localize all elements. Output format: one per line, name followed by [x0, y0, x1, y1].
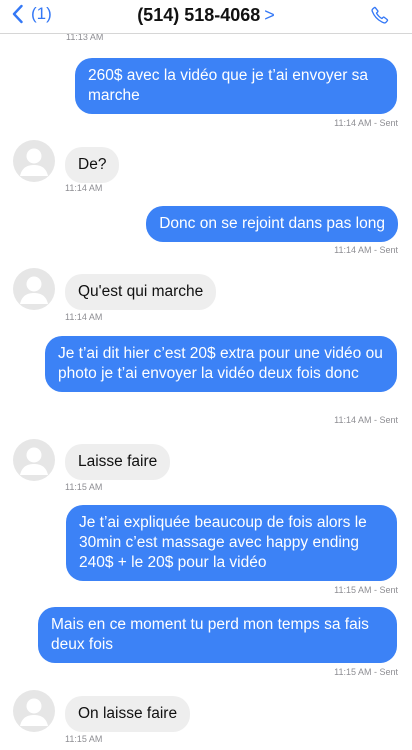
chevron-right-icon: > — [264, 5, 275, 25]
message-timestamp: 11:14 AM - Sent — [334, 118, 398, 128]
message-timestamp: 11:14 AM — [65, 312, 103, 322]
message-timestamp: 11:15 AM - Sent — [334, 667, 398, 677]
person-silhouette-icon — [20, 447, 48, 475]
contact-title[interactable]: (514) 518-4068 > — [0, 5, 412, 26]
message-bubble-received[interactable]: Qu'est qui marche — [65, 274, 217, 310]
message-timestamp: 11:15 AM - Sent — [334, 585, 398, 595]
message-bubble-sent[interactable]: 260$ avec la vidéo que je t’ai envoyer s… — [75, 58, 397, 114]
call-button[interactable] — [370, 5, 390, 30]
message-thread[interactable]: 11:13 AM 260$ avec la vidéo que je t’ai … — [0, 34, 412, 750]
avatar[interactable] — [13, 140, 55, 182]
avatar[interactable] — [13, 268, 55, 310]
timestamp: 11:13 AM — [66, 34, 104, 42]
avatar[interactable] — [13, 439, 55, 481]
nav-header: (1) (514) 518-4068 > — [0, 0, 412, 34]
message-bubble-sent[interactable]: Mais en ce moment tu perd mon temps sa f… — [38, 607, 397, 663]
message-bubble-sent[interactable]: Je t’ai dit hier c’est 20$ extra pour un… — [45, 336, 397, 392]
person-silhouette-icon — [20, 276, 48, 304]
message-bubble-received[interactable]: Laisse faire — [65, 444, 171, 480]
message-bubble-received[interactable]: De? — [65, 147, 120, 183]
message-timestamp: 11:14 AM - Sent — [334, 415, 398, 425]
contact-number: (514) 518-4068 — [137, 5, 261, 25]
message-bubble-sent[interactable]: Donc on se rejoint dans pas long — [146, 206, 398, 242]
message-timestamp: 11:14 AM — [65, 183, 103, 193]
person-silhouette-icon — [20, 148, 48, 176]
phone-icon — [371, 6, 389, 24]
message-timestamp: 11:15 AM — [65, 482, 103, 492]
message-bubble-received[interactable]: On laisse faire — [65, 696, 191, 732]
message-bubble-sent[interactable]: Je t’ai expliquée beaucoup de fois alors… — [66, 505, 397, 581]
message-timestamp: 11:15 AM — [65, 734, 103, 744]
message-timestamp: 11:14 AM - Sent — [334, 245, 398, 255]
person-silhouette-icon — [20, 698, 48, 726]
avatar[interactable] — [13, 690, 55, 732]
